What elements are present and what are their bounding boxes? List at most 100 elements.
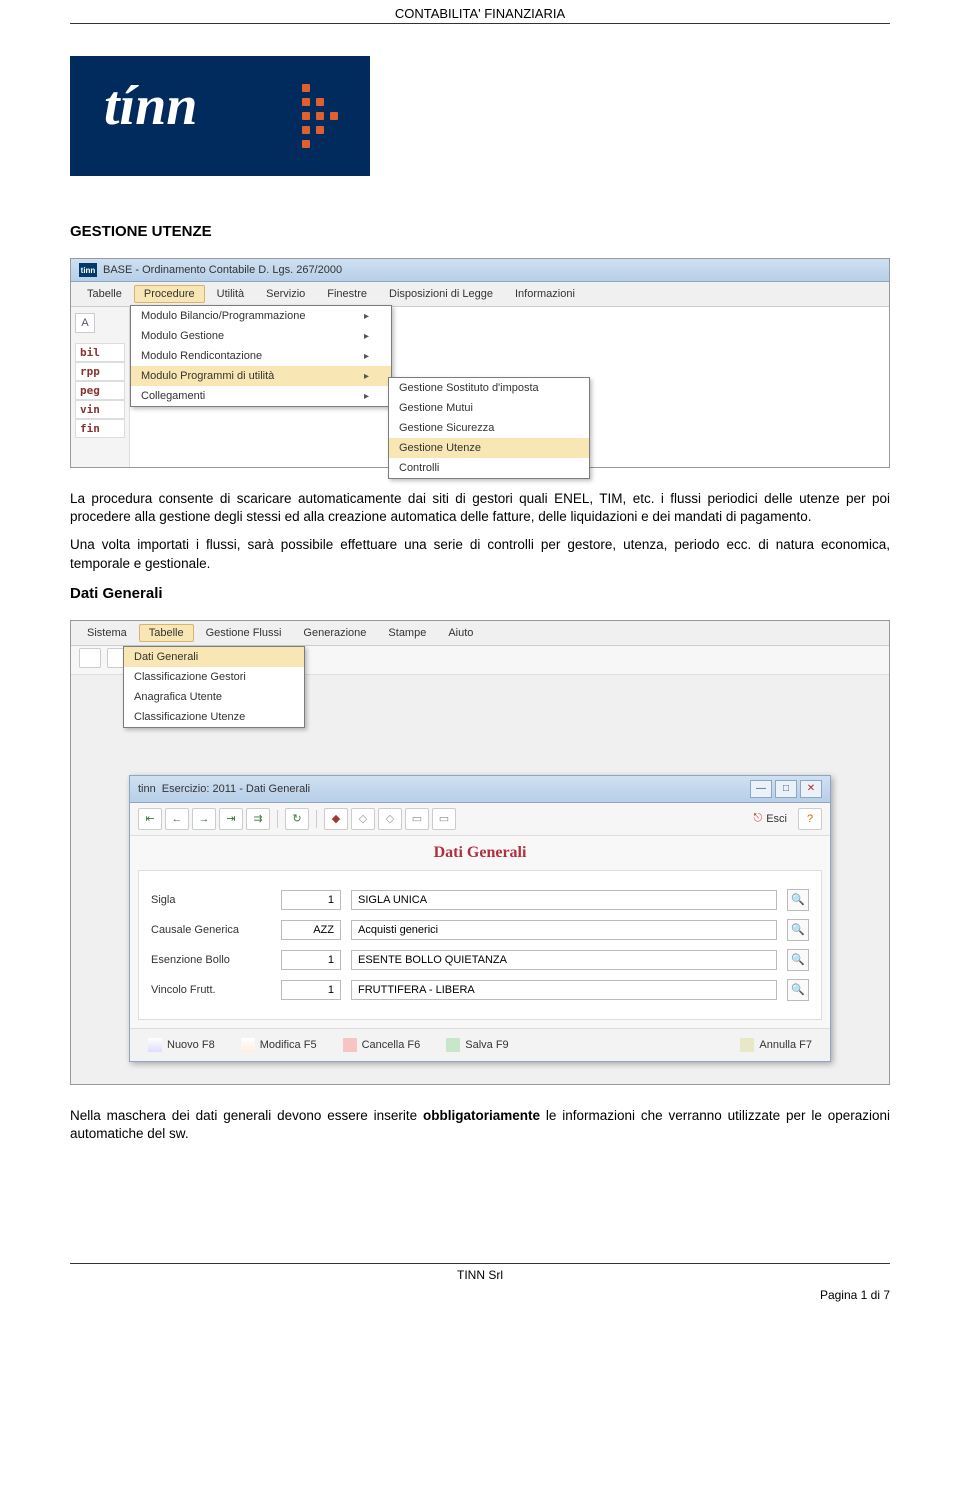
refresh-icon[interactable]: ↻	[285, 808, 309, 830]
menu-item[interactable]: Gestione Flussi	[196, 624, 292, 642]
dialog-dati-generali: tinn Esercizio: 2011 - Dati Generali — □…	[129, 775, 831, 1062]
menu-item[interactable]: Sistema	[77, 624, 137, 642]
menu-item[interactable]: Modulo Programmi di utilità▸	[131, 366, 391, 386]
dialog-title: Esercizio: 2011 - Dati Generali	[162, 783, 310, 795]
window-titlebar: tinn BASE - Ordinamento Contabile D. Lgs…	[71, 259, 889, 282]
dialog-footer: Nuovo F8 Modifica F5 Cancella F6 Salva F9 An…	[130, 1028, 830, 1061]
desc-input[interactable]	[351, 980, 777, 1000]
button-icon	[241, 1038, 255, 1052]
tool-icon[interactable]: ◇	[351, 808, 375, 830]
menu-item[interactable]: Generazione	[293, 624, 376, 642]
footer-button[interactable]: Salva F9	[438, 1035, 516, 1055]
header-rule	[70, 23, 890, 24]
menu-item[interactable]: Stampe	[378, 624, 436, 642]
sidebar-tab[interactable]: vin	[75, 400, 125, 419]
button-icon	[148, 1038, 162, 1052]
footer-button[interactable]: Cancella F6	[335, 1035, 429, 1055]
footer-button[interactable]: Annulla F7	[732, 1035, 820, 1055]
form-row: Causale Generica🔍	[151, 919, 809, 941]
submenu-arrow-icon: ▸	[364, 311, 369, 322]
lookup-icon[interactable]: 🔍	[787, 919, 809, 941]
menu-item[interactable]: Disposizioni di Legge	[379, 285, 503, 303]
desc-input[interactable]	[351, 950, 777, 970]
menu-item[interactable]: Classificazione Utenze	[124, 707, 304, 727]
menu-item[interactable]: Utilità	[207, 285, 255, 303]
exit-label: Esci	[766, 813, 787, 825]
submenu-arrow-icon: ▸	[364, 351, 369, 362]
menu-item[interactable]: Procedure	[134, 285, 205, 303]
menu-item[interactable]: Controlli	[389, 458, 589, 478]
menu-item[interactable]: Classificazione Gestori	[124, 667, 304, 687]
section-title-dati-generali: Dati Generali	[70, 585, 890, 602]
footer-rule	[70, 1263, 890, 1264]
window-title: BASE - Ordinamento Contabile D. Lgs. 267…	[103, 264, 342, 276]
code-input[interactable]	[281, 950, 341, 970]
tool-icon[interactable]: ◇	[378, 808, 402, 830]
field-label: Vincolo Frutt.	[151, 984, 271, 996]
menu-item[interactable]: Modulo Rendicontazione▸	[131, 346, 391, 366]
menu-item[interactable]: Gestione Utenze	[389, 438, 589, 458]
menu-item[interactable]: Modulo Gestione▸	[131, 326, 391, 346]
menu-item[interactable]: Dati Generali	[124, 647, 304, 667]
help-icon[interactable]: ?	[798, 808, 822, 830]
menu-item[interactable]: Finestre	[317, 285, 377, 303]
nav-prev-icon[interactable]: ←	[165, 808, 189, 830]
sidebar-tab[interactable]: bil	[75, 343, 125, 362]
tool-icon[interactable]: ▭	[405, 808, 429, 830]
paragraph-dati-generali: Nella maschera dei dati generali devono …	[70, 1107, 890, 1143]
desc-input[interactable]	[351, 920, 777, 940]
footer-page-number: Pagina 1 di 7	[70, 1288, 890, 1302]
tinn-logo: tínn	[70, 56, 370, 176]
nav-first-icon[interactable]: ⇤	[138, 808, 162, 830]
nav-last-icon[interactable]: ⇥	[219, 808, 243, 830]
nav-jump-icon[interactable]: ⇉	[246, 808, 270, 830]
maximize-icon[interactable]: □	[775, 780, 797, 798]
form-area: Sigla🔍Causale Generica🔍Esenzione Bollo🔍V…	[138, 870, 822, 1020]
logo-dots-icon	[302, 84, 338, 148]
footer-button[interactable]: Nuovo F8	[140, 1035, 223, 1055]
page-header: CONTABILITA' FINANZIARIA	[70, 6, 890, 21]
form-row: Vincolo Frutt. 🔍	[151, 979, 809, 1001]
paragraph-intro-2: Una volta importati i flussi, sarà possi…	[70, 536, 890, 572]
menubar-2: SistemaTabelleGestione FlussiGenerazione…	[71, 621, 889, 646]
desc-input[interactable]	[351, 890, 777, 910]
lookup-icon[interactable]: 🔍	[787, 949, 809, 971]
menu-item[interactable]: Modulo Bilancio/Programmazione▸	[131, 306, 391, 326]
code-input[interactable]	[281, 920, 341, 940]
tool-icon[interactable]: ◆	[324, 808, 348, 830]
menu-item[interactable]: Tabelle	[77, 285, 132, 303]
minimize-icon[interactable]: —	[750, 780, 772, 798]
toolbar-button[interactable]	[79, 648, 101, 668]
footer-button[interactable]: Modifica F5	[233, 1035, 325, 1055]
menu-item[interactable]: Informazioni	[505, 285, 585, 303]
dialog-toolbar: ⇤ ← → ⇥ ⇉ ↻ ◆ ◇ ◇ ▭ ▭ ⎋ Esci	[130, 803, 830, 836]
lookup-icon[interactable]: 🔍	[787, 889, 809, 911]
menu-item[interactable]: Tabelle	[139, 624, 194, 642]
sidebar-tab[interactable]: fin	[75, 419, 125, 438]
code-input[interactable]	[281, 980, 341, 1000]
menu-item[interactable]: Aiuto	[438, 624, 483, 642]
dialog-heading: Dati Generali	[130, 836, 830, 866]
dropdown-programmi-utilita: Gestione Sostituto d'impostaGestione Mut…	[388, 377, 590, 479]
nav-next-icon[interactable]: →	[192, 808, 216, 830]
sidebar-tab[interactable]: rpp	[75, 362, 125, 381]
tool-icon[interactable]: ▭	[432, 808, 456, 830]
close-icon[interactable]: ✕	[800, 780, 822, 798]
menu-item[interactable]: Anagrafica Utente	[124, 687, 304, 707]
font-icon[interactable]: A	[75, 313, 95, 333]
sidebar-tab[interactable]: peg	[75, 381, 125, 400]
section-title-gestione-utenze: GESTIONE UTENZE	[70, 223, 890, 240]
menu-item[interactable]: Servizio	[256, 285, 315, 303]
exit-button[interactable]: ⎋ Esci	[746, 810, 795, 827]
menu-item[interactable]: Gestione Mutui	[389, 398, 589, 418]
menu-item[interactable]: Collegamenti▸	[131, 386, 391, 406]
dropdown-procedure: Modulo Bilancio/Programmazione▸Modulo Ge…	[130, 305, 392, 407]
code-input[interactable]	[281, 890, 341, 910]
menu-item[interactable]: Gestione Sicurezza	[389, 418, 589, 438]
sidebar-tabs: A bilrpppegvinfin	[71, 307, 130, 467]
app-icon: tinn	[138, 783, 156, 795]
menubar: TabelleProcedureUtilitàServizioFinestreD…	[71, 282, 889, 307]
paragraph-intro-1: La procedura consente di scaricare autom…	[70, 490, 890, 526]
lookup-icon[interactable]: 🔍	[787, 979, 809, 1001]
menu-item[interactable]: Gestione Sostituto d'imposta	[389, 378, 589, 398]
